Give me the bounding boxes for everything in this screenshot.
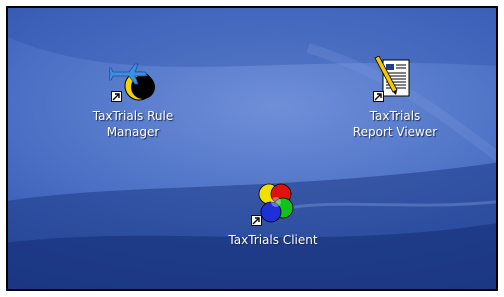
desktop-icon-rule-manager[interactable]: TaxTrials Rule Manager xyxy=(68,56,198,140)
shortcut-arrow-icon xyxy=(111,91,122,102)
desktop-icon-client[interactable]: TaxTrials Client xyxy=(208,180,338,248)
shortcut-arrow-icon xyxy=(251,215,262,226)
icon-label-line2: Manager xyxy=(106,125,160,139)
desktop: TaxTrials Rule Manager TaxTrials Report … xyxy=(6,6,498,291)
airplane-moon-icon xyxy=(109,56,157,104)
desktop-icon-report-viewer[interactable]: TaxTrials Report Viewer xyxy=(330,56,460,140)
icon-label-line1: TaxTrials xyxy=(369,109,421,123)
shortcut-arrow-icon xyxy=(373,91,384,102)
icon-label: TaxTrials Client xyxy=(228,233,318,247)
icon-label-line1: TaxTrials Rule xyxy=(92,109,174,123)
colored-puzzle-icon xyxy=(249,180,297,228)
icon-label-line2: Report Viewer xyxy=(352,125,438,139)
document-pencil-icon xyxy=(371,56,419,104)
